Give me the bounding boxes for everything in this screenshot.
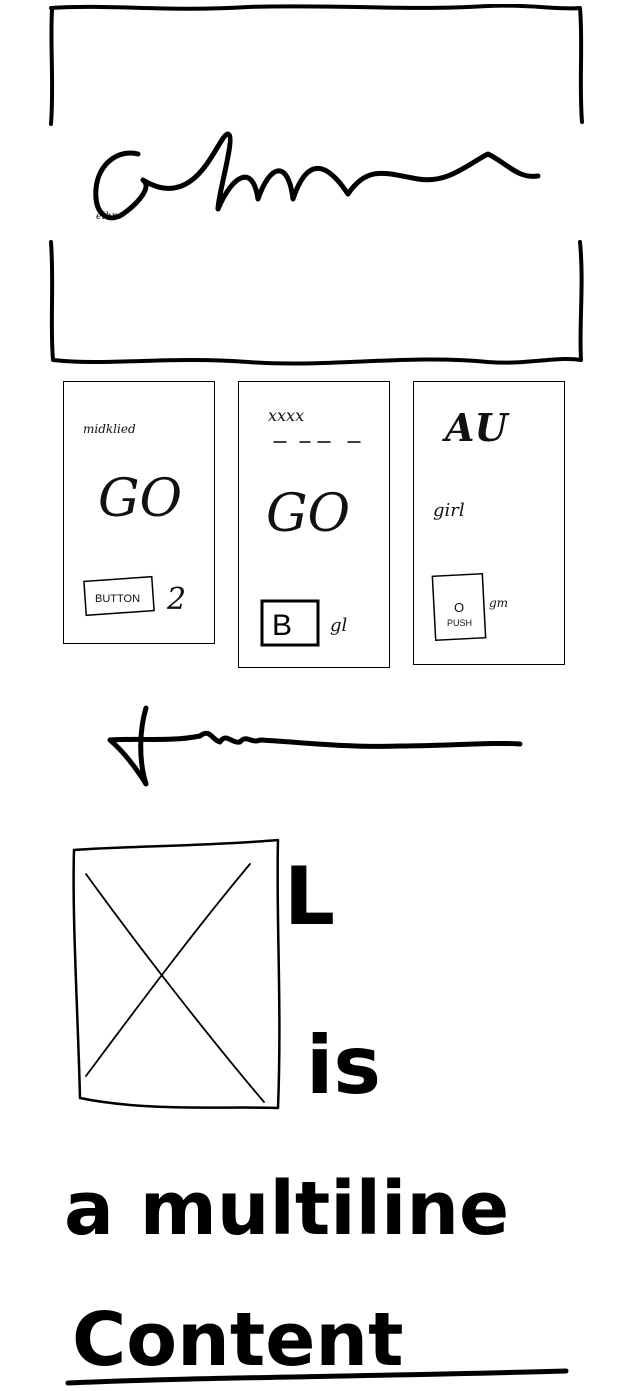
svg-text:Content: Content	[72, 1297, 403, 1383]
card-2-top-text: xxxx	[268, 406, 304, 425]
card-3-button[interactable]: O PUSH	[431, 572, 487, 642]
svg-text:a multiline: a multiline	[64, 1166, 509, 1252]
card-1-frame: midklied GO BUTTON 2	[63, 381, 215, 644]
content-line-2: is	[300, 1005, 420, 1105]
card-3-side-text: gm	[489, 596, 508, 610]
card-1[interactable]: midklied GO BUTTON 2	[63, 381, 216, 645]
content-line-3: a multiline	[56, 1160, 576, 1252]
card-1-top-text: midklied	[83, 422, 136, 436]
hero-frame: elhn	[49, 4, 584, 366]
card-2-button[interactable]: B	[260, 599, 320, 647]
card-3-button-mark: O	[454, 600, 464, 615]
svg-text:is: is	[306, 1019, 381, 1105]
card-3-frame: AU girl O PUSH gm	[413, 381, 565, 665]
card-1-side-text: 2	[166, 582, 186, 617]
card-2-side-text: gl	[330, 615, 348, 636]
card-2[interactable]: xxxx GO B gl	[238, 381, 391, 669]
content-line-1: L	[280, 842, 380, 932]
card-2-big-label: GO	[266, 484, 350, 544]
card-1-button[interactable]: BUTTON	[83, 575, 155, 617]
content-line-4: Content	[56, 1285, 586, 1389]
card-3-top-text: AU	[442, 405, 510, 450]
hero-heading: elhn	[96, 211, 118, 222]
placeholder-cross-1	[85, 873, 265, 1103]
placeholder-cross-2	[85, 863, 251, 1077]
card-2-button-label: B	[272, 609, 292, 642]
card-1-big-label: GO	[98, 469, 182, 529]
card-3-button-label: PUSH	[447, 618, 472, 628]
card-1-button-label: BUTTON	[95, 593, 140, 605]
image-placeholder	[68, 836, 290, 1116]
signature-scribble	[100, 688, 530, 798]
card-3[interactable]: AU girl O PUSH gm	[413, 381, 566, 666]
hero-banner: elhn	[48, 4, 586, 366]
card-2-frame: xxxx GO B gl	[238, 381, 390, 668]
card-3-middle-text: girl	[433, 500, 465, 521]
svg-text:L: L	[284, 850, 335, 932]
